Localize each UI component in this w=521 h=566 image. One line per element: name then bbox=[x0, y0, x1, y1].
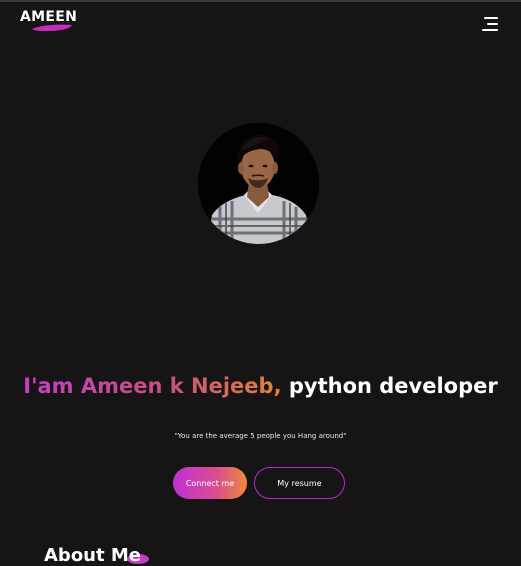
my-resume-button[interactable]: My resume bbox=[254, 467, 345, 499]
hero-headline: I'am Ameen k Nejeeb, python developer bbox=[0, 374, 521, 398]
profile-photo bbox=[198, 123, 319, 244]
connect-me-button[interactable]: Connect me bbox=[173, 467, 247, 499]
hero-role: python developer bbox=[288, 374, 498, 398]
hamburger-menu-button[interactable] bbox=[478, 15, 500, 35]
about-section-heading: About Me bbox=[44, 545, 164, 566]
menu-line-top bbox=[484, 17, 498, 19]
hero-quote: "You are the average 5 people you Hang a… bbox=[174, 432, 347, 440]
hero-name: I'am Ameen k Nejeeb, bbox=[23, 374, 282, 398]
menu-line-bottom bbox=[482, 29, 498, 31]
profile-photo-image bbox=[198, 123, 319, 244]
about-title: About Me bbox=[44, 545, 141, 566]
brand-name: AMEEN bbox=[20, 9, 78, 25]
top-border bbox=[0, 0, 521, 2]
brand-logo[interactable]: AMEEN bbox=[20, 9, 100, 35]
menu-line-middle bbox=[487, 23, 498, 25]
